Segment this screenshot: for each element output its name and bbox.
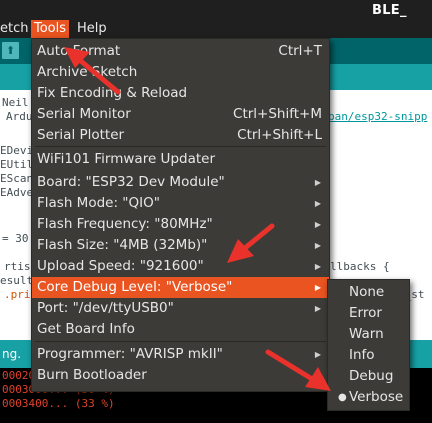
- menu-item-label: Serial Plotter: [37, 127, 125, 143]
- menu-item-label: Upload Speed: "921600": [37, 258, 204, 274]
- debug-level-option-error[interactable]: Error: [328, 303, 409, 324]
- debug-level-label: Debug: [349, 368, 394, 384]
- menu-item-serial-plotter[interactable]: Serial Plotter Ctrl+Shift+L: [32, 125, 329, 146]
- debug-level-option-verbose[interactable]: ● Verbose: [328, 387, 409, 408]
- menu-item-wifi101-firmware-updater[interactable]: WiFi101 Firmware Updater: [32, 149, 329, 170]
- menu-item-label: Serial Monitor: [37, 106, 131, 122]
- menu-tools[interactable]: Tools: [31, 20, 70, 38]
- menu-item-label: Get Board Info: [37, 321, 135, 337]
- submenu-arrow-icon: ▶: [314, 283, 321, 292]
- window-title: BLE_: [372, 3, 407, 18]
- code-line: llbacks {: [330, 260, 390, 273]
- menu-item-serial-monitor[interactable]: Serial Monitor Ctrl+Shift+M: [32, 104, 329, 125]
- menu-help[interactable]: Help: [74, 20, 110, 38]
- menu-item-label: Core Debug Level: "Verbose": [37, 279, 233, 295]
- menu-item-shortcut: Ctrl+Shift+M: [233, 106, 322, 122]
- code-line: EAdve: [0, 186, 34, 199]
- tools-menu: Auto Format Ctrl+T Archive Sketch Fix Encod…: [31, 38, 330, 392]
- submenu-arrow-icon: ▶: [314, 304, 321, 313]
- debug-level-label: Warn: [349, 326, 384, 342]
- menu-item-label: Flash Size: "4MB (32Mb)": [37, 237, 208, 253]
- menu-item-shortcut: Ctrl+T: [278, 43, 322, 59]
- menu-item-shortcut: Ctrl+Shift+L: [237, 127, 322, 143]
- menu-item-archive-sketch[interactable]: Archive Sketch: [32, 62, 329, 83]
- menu-item-label: Fix Encoding & Reload: [37, 85, 188, 101]
- menu-item-burn-bootloader[interactable]: Burn Bootloader: [32, 365, 329, 386]
- submenu-arrow-icon: ▶: [314, 178, 321, 187]
- debug-level-label: None: [349, 284, 385, 300]
- upload-icon[interactable]: ⬆: [2, 42, 19, 59]
- debug-level-label: Verbose: [349, 389, 404, 405]
- status-text: ng.: [2, 347, 22, 361]
- submenu-arrow-icon: ▶: [314, 241, 321, 250]
- submenu-arrow-icon: ▶: [314, 262, 321, 271]
- menu-sketch[interactable]: etch: [0, 20, 31, 38]
- window-titlebar: BLE_: [0, 0, 432, 20]
- code-line: esult: [0, 274, 34, 287]
- menu-item-fix-encoding-reload[interactable]: Fix Encoding & Reload: [32, 83, 329, 104]
- menu-item-upload-speed[interactable]: Upload Speed: "921600" ▶: [32, 256, 329, 277]
- menu-item-board[interactable]: Board: "ESP32 Dev Module" ▶: [32, 172, 329, 193]
- selected-bullet-icon: ●: [338, 392, 347, 403]
- menu-item-label: WiFi101 Firmware Updater: [37, 151, 215, 167]
- menu-item-label: Auto Format: [37, 43, 121, 59]
- menu-item-label: Flash Frequency: "80MHz": [37, 216, 213, 232]
- debug-level-option-debug[interactable]: Debug: [328, 366, 409, 387]
- submenu-arrow-icon: ▶: [314, 350, 321, 359]
- menu-item-get-board-info[interactable]: Get Board Info: [32, 319, 329, 340]
- code-line: EScan: [0, 172, 34, 185]
- code-line: EDevi: [0, 144, 34, 157]
- code-line: = 30: [2, 232, 29, 245]
- menu-separator: [35, 146, 326, 147]
- menu-item-label: Burn Bootloader: [37, 367, 147, 383]
- menu-item-label: Programmer: "AVRISP mkII": [37, 346, 223, 362]
- menu-item-core-debug-level[interactable]: Core Debug Level: "Verbose" ▶: [32, 277, 329, 298]
- core-debug-level-submenu: None Error Warn Info Debug ● Verbose: [327, 279, 410, 411]
- menu-item-port[interactable]: Port: "/dev/ttyUSB0" ▶: [32, 298, 329, 319]
- debug-level-option-warn[interactable]: Warn: [328, 324, 409, 345]
- menu-item-label: Port: "/dev/ttyUSB0": [37, 300, 174, 316]
- menu-item-label: Flash Mode: "QIO": [37, 195, 160, 211]
- submenu-arrow-icon: ▶: [314, 220, 321, 229]
- menu-item-flash-size[interactable]: Flash Size: "4MB (32Mb)" ▶: [32, 235, 329, 256]
- menu-item-auto-format[interactable]: Auto Format Ctrl+T: [32, 41, 329, 62]
- debug-level-label: Info: [349, 347, 375, 363]
- code-line: ban/esp32-snipp: [328, 110, 428, 123]
- code-line: Ardu: [6, 110, 33, 123]
- menu-item-programmer[interactable]: Programmer: "AVRISP mkII" ▶: [32, 344, 329, 365]
- menu-item-flash-mode[interactable]: Flash Mode: "QIO" ▶: [32, 193, 329, 214]
- menu-separator: [35, 341, 326, 342]
- submenu-arrow-icon: ▶: [314, 199, 321, 208]
- code-line: EUtil: [0, 158, 34, 171]
- console-line: 0003400... (33 %): [2, 397, 115, 410]
- code-line: Neil: [2, 96, 29, 109]
- menu-item-label: Archive Sketch: [37, 64, 138, 80]
- debug-level-label: Error: [349, 305, 382, 321]
- menubar: etch Tools Help: [0, 20, 432, 38]
- debug-level-option-info[interactable]: Info: [328, 345, 409, 366]
- menu-item-label: Board: "ESP32 Dev Module": [37, 174, 225, 190]
- menu-item-flash-frequency[interactable]: Flash Frequency: "80MHz" ▶: [32, 214, 329, 235]
- debug-level-option-none[interactable]: None: [328, 282, 409, 303]
